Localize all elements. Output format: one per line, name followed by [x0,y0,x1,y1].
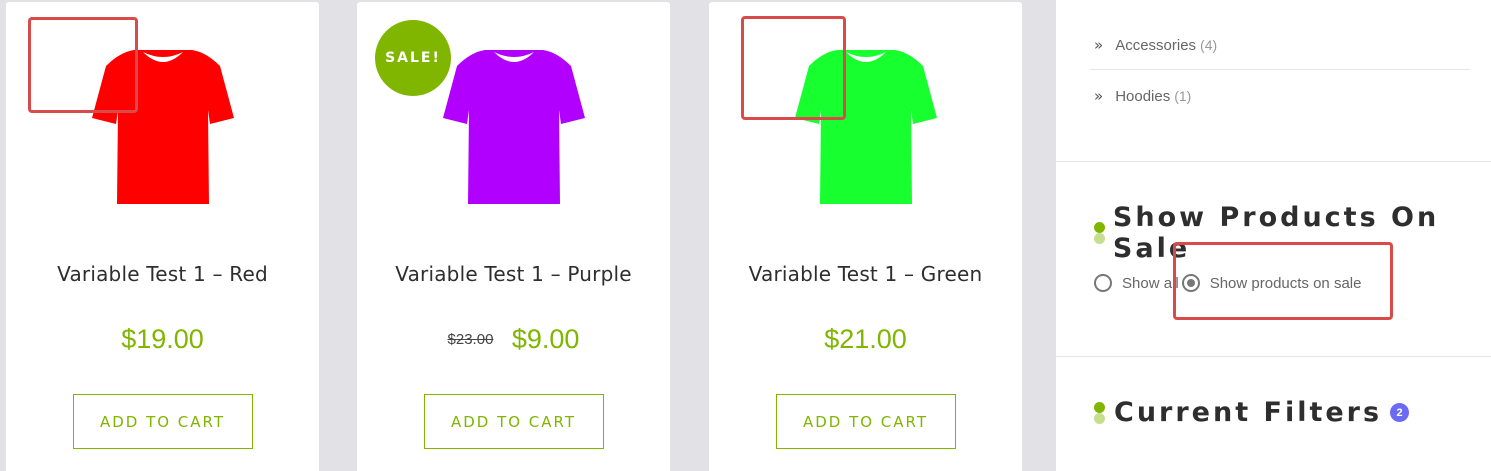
product-price: $9.00 [511,324,580,354]
category-item-hoodies[interactable]: » Hoodies (1) [1094,87,1191,105]
filters-widget-title: Current Filters 2 [1094,397,1410,428]
highlight-box [741,16,846,120]
category-count: (4) [1200,37,1218,53]
filters-widget-title-text: Current Filters [1114,397,1383,428]
sale-badge: SALE! [375,20,451,96]
add-to-cart-button[interactable]: ADD TO CART [775,394,956,449]
add-to-cart-button[interactable]: ADD TO CART [423,394,604,449]
radio-label-show-all[interactable]: Show all [1122,275,1179,292]
category-label[interactable]: Accessories [1115,37,1196,54]
product-card: SALE! Variable Test 1 – Purple $23.00 $9… [357,2,670,471]
category-item-accessories[interactable]: » Accessories (4) [1094,36,1217,54]
radio-show-all[interactable] [1094,274,1112,292]
category-count: (1) [1174,88,1192,104]
sidebar: » Accessories (4) » Hoodies (1) Show Pro… [1056,0,1491,471]
filters-count-badge: 2 [1390,403,1410,422]
product-title[interactable]: Variable Test 1 – Red [6,262,319,286]
add-to-cart-button[interactable]: ADD TO CART [72,394,253,449]
price-row: $21.00 [709,324,1022,355]
chevrons-right-icon: » [1094,87,1104,105]
highlight-box [1173,242,1393,320]
product-old-price: $23.00 [447,331,494,348]
chevrons-right-icon: » [1094,36,1104,54]
product-price: $19.00 [121,324,204,354]
widget-divider [1056,356,1491,357]
price-row: $23.00 $9.00 [357,324,670,355]
bullet-dots-icon [1094,220,1105,246]
product-title[interactable]: Variable Test 1 – Purple [357,262,670,286]
highlight-box [28,17,138,113]
category-label[interactable]: Hoodies [1115,88,1170,105]
bullet-dots-icon [1094,400,1106,426]
price-row: $19.00 [6,324,319,355]
product-title[interactable]: Variable Test 1 – Green [709,262,1022,286]
product-price: $21.00 [824,324,907,354]
widget-divider [1056,161,1491,162]
divider [1090,69,1470,70]
tshirt-icon[interactable] [439,48,589,206]
